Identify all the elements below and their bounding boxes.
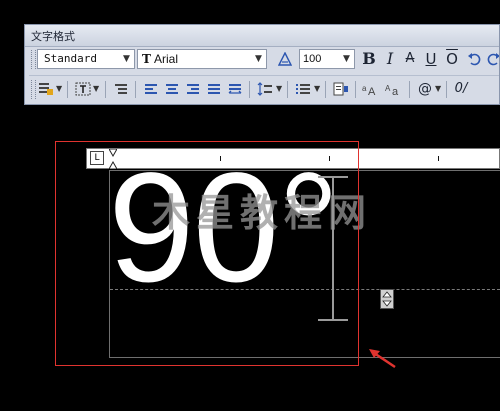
chevron-down-icon[interactable]: ▼ bbox=[314, 84, 320, 93]
toolbar-separator bbox=[355, 81, 356, 98]
text-style-value: Standard bbox=[44, 52, 97, 65]
line-spacing-icon[interactable] bbox=[255, 79, 275, 99]
toolbar-separator bbox=[325, 81, 326, 98]
chevron-down-icon[interactable]: ▼ bbox=[276, 84, 282, 93]
highlight-box bbox=[55, 141, 359, 366]
row-grip-handle[interactable] bbox=[31, 50, 36, 69]
symbol-button[interactable]: @ bbox=[415, 79, 435, 99]
chevron-down-icon[interactable]: ▼ bbox=[93, 84, 99, 93]
column-resize-handle[interactable] bbox=[380, 289, 394, 309]
toolbar-row-format: Standard ▼ T Arial ▼ 100 ▼ B I A U O bbox=[31, 48, 499, 72]
text-height-select[interactable]: 100 ▼ bbox=[299, 49, 355, 69]
strikethrough-button[interactable]: A bbox=[400, 49, 420, 69]
toolbar-separator bbox=[105, 81, 106, 98]
truetype-icon: T bbox=[142, 52, 151, 66]
ruler-tick bbox=[438, 156, 439, 161]
justify-icon[interactable] bbox=[204, 79, 224, 99]
numbering-icon[interactable] bbox=[293, 79, 313, 99]
align-center-icon[interactable] bbox=[162, 79, 182, 99]
uppercase-icon[interactable]: aA bbox=[361, 79, 381, 99]
annotative-icon[interactable] bbox=[275, 49, 295, 69]
overline-button[interactable]: O bbox=[442, 49, 462, 69]
toolbar-separator bbox=[67, 81, 68, 98]
underline-button[interactable]: U bbox=[421, 49, 441, 69]
italic-button[interactable]: I bbox=[380, 49, 400, 69]
toolbar-separator bbox=[135, 81, 136, 98]
lowercase-icon[interactable]: Aa bbox=[384, 79, 404, 99]
chevron-down-icon[interactable]: ▼ bbox=[56, 84, 62, 93]
toolbar-separator bbox=[249, 81, 250, 98]
toolbar-title: 文字格式 bbox=[31, 30, 75, 43]
chevron-down-icon[interactable]: ▼ bbox=[251, 50, 266, 68]
distribute-icon[interactable] bbox=[225, 79, 245, 99]
paragraph-icon[interactable] bbox=[73, 79, 93, 99]
toolbar-separator bbox=[287, 81, 288, 98]
align-right-icon[interactable] bbox=[183, 79, 203, 99]
paragraph-settings-icon[interactable] bbox=[111, 79, 131, 99]
up-down-arrows-icon bbox=[382, 291, 392, 307]
svg-text:A: A bbox=[385, 84, 391, 93]
bold-button[interactable]: B bbox=[359, 49, 379, 69]
text-style-select[interactable]: Standard ▼ bbox=[37, 49, 135, 69]
font-select[interactable]: T Arial ▼ bbox=[137, 49, 267, 69]
font-value: Arial bbox=[154, 52, 179, 66]
text-format-toolbar: 文字格式 Standard ▼ T Arial ▼ 100 ▼ B I A U … bbox=[24, 24, 500, 105]
svg-text:a: a bbox=[362, 84, 367, 93]
svg-text:A: A bbox=[368, 86, 376, 96]
toolbar-row-paragraph: ▼ ▼ ▼ ▼ a A A a @ ▼ 0/ bbox=[31, 78, 499, 102]
insert-field-icon[interactable] bbox=[331, 79, 351, 99]
chevron-down-icon[interactable]: ▼ bbox=[119, 50, 134, 68]
justification-icon[interactable] bbox=[36, 79, 56, 99]
toolbar-separator bbox=[409, 81, 410, 98]
text-height-value: 100 bbox=[303, 53, 322, 65]
oblique-angle-button[interactable]: 0/ bbox=[451, 79, 471, 99]
toolbar-separator bbox=[446, 81, 447, 98]
undo-icon[interactable] bbox=[464, 49, 484, 69]
chevron-down-icon[interactable]: ▼ bbox=[435, 84, 441, 93]
svg-text:a: a bbox=[392, 86, 399, 96]
redo-icon[interactable] bbox=[484, 49, 499, 69]
toolbar-row-divider bbox=[29, 75, 499, 76]
chevron-down-icon[interactable]: ▼ bbox=[339, 50, 354, 68]
annotation-arrow-icon bbox=[369, 349, 396, 369]
align-left-icon[interactable] bbox=[141, 79, 161, 99]
toolbar-title-bar[interactable]: 文字格式 bbox=[25, 25, 499, 47]
